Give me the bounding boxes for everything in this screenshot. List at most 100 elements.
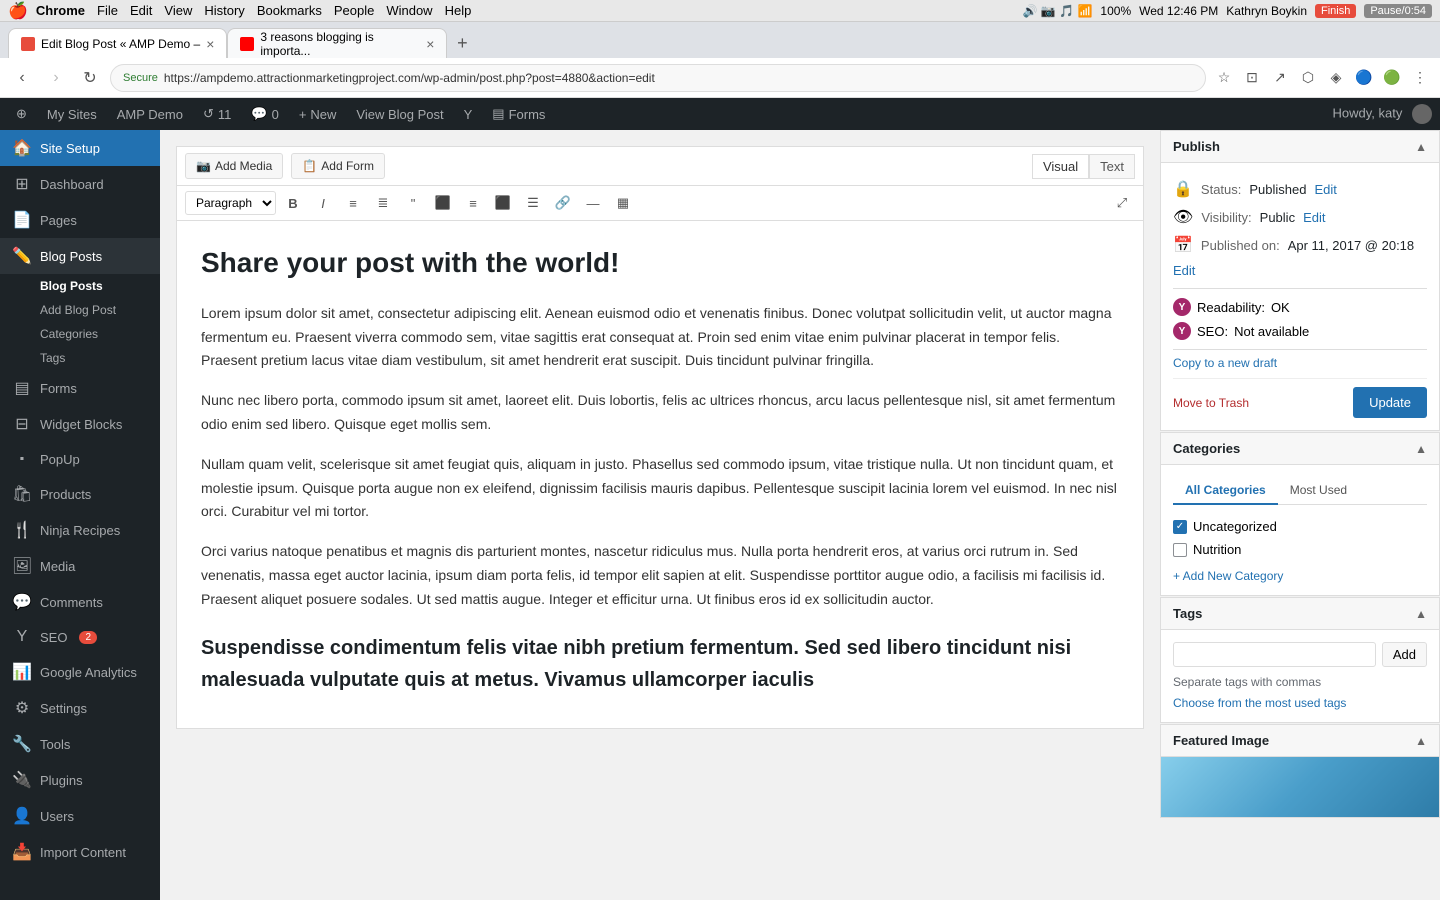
sidebar-item-media[interactable]: 🖼 Media: [0, 548, 160, 584]
comments-button[interactable]: 💬 0: [243, 98, 286, 130]
pause-button[interactable]: Pause/0:54: [1364, 4, 1432, 18]
link-button[interactable]: 🔗: [550, 190, 576, 216]
visual-tab[interactable]: Visual: [1032, 154, 1089, 179]
forms-button[interactable]: ▤ Forms: [484, 98, 553, 130]
sidebar-item-blog-posts[interactable]: ✏️ Blog Posts: [0, 238, 160, 274]
cast-icon[interactable]: ⊡: [1240, 66, 1264, 90]
sidebar-item-dashboard[interactable]: ⊞ Dashboard: [0, 166, 160, 202]
add-form-button[interactable]: 📋 Add Form: [291, 153, 385, 179]
tag-add-button[interactable]: Add: [1382, 642, 1427, 667]
apple-logo[interactable]: 🍎: [8, 1, 28, 21]
align-justify-button[interactable]: ☰: [520, 190, 546, 216]
blockquote-button[interactable]: ": [400, 190, 426, 216]
people-menu[interactable]: People: [334, 3, 374, 18]
sidebar-item-google-analytics[interactable]: 📊 Google Analytics: [0, 654, 160, 690]
format-select[interactable]: Paragraph Heading 1 Heading 2 Heading 3: [185, 191, 276, 215]
amp-demo-button[interactable]: AMP Demo: [109, 98, 191, 130]
sidebar-item-forms[interactable]: ▤ Forms: [0, 370, 160, 406]
tags-box-header[interactable]: Tags ▲: [1161, 598, 1439, 630]
sidebar-item-widget-blocks[interactable]: ⊟ Widget Blocks: [0, 406, 160, 442]
sidebar-item-plugins[interactable]: 🔌 Plugins: [0, 762, 160, 798]
align-right-button[interactable]: ⬛: [490, 190, 516, 216]
help-menu[interactable]: Help: [445, 3, 472, 18]
featured-image-thumbnail[interactable]: [1161, 757, 1439, 817]
bookmarks-menu[interactable]: Bookmarks: [257, 3, 322, 18]
ordered-list-button[interactable]: ≣: [370, 190, 396, 216]
copy-draft-link[interactable]: Copy to a new draft: [1173, 356, 1427, 370]
choose-most-used-tags-link[interactable]: Choose from the most used tags: [1173, 696, 1346, 710]
table-button[interactable]: ▦: [610, 190, 636, 216]
sidebar-item-seo[interactable]: Y SEO 2: [0, 620, 160, 654]
file-menu[interactable]: File: [97, 3, 118, 18]
category-nutrition-checkbox[interactable]: [1173, 543, 1187, 557]
tag-input[interactable]: [1173, 642, 1376, 667]
updates-button[interactable]: ↺ 11: [195, 98, 239, 130]
sidebar-item-popup[interactable]: ⬝ PopUp: [0, 442, 160, 476]
extension-icon-4[interactable]: 🟢: [1380, 66, 1404, 90]
extension-icon-1[interactable]: ⬡: [1296, 66, 1320, 90]
extension-icon-3[interactable]: 🔵: [1352, 66, 1376, 90]
window-menu[interactable]: Window: [386, 3, 432, 18]
finish-button[interactable]: Finish: [1315, 4, 1356, 18]
sidebar-item-import-content[interactable]: 📥 Import Content: [0, 834, 160, 870]
move-to-trash-link[interactable]: Move to Trash: [1173, 396, 1249, 410]
align-left-button[interactable]: ⬛: [430, 190, 456, 216]
align-center-button[interactable]: ≡: [460, 190, 486, 216]
add-media-button[interactable]: 📷 Add Media: [185, 153, 283, 179]
sidebar-subitem-categories[interactable]: Categories: [32, 322, 160, 346]
edit-menu[interactable]: Edit: [130, 3, 152, 18]
tab-blogging[interactable]: 3 reasons blogging is importa... ×: [227, 28, 447, 58]
new-post-button[interactable]: + New: [291, 98, 345, 130]
tab-edit-blog-post[interactable]: Edit Blog Post « AMP Demo – ×: [8, 28, 227, 58]
fullscreen-button[interactable]: ⤢: [1109, 190, 1135, 216]
most-used-tab[interactable]: Most Used: [1278, 477, 1359, 505]
wp-logo-button[interactable]: ⊕: [8, 98, 35, 130]
all-categories-tab[interactable]: All Categories: [1173, 477, 1278, 505]
sidebar-item-pages[interactable]: 📄 Pages: [0, 202, 160, 238]
sidebar-item-comments[interactable]: 💬 Comments: [0, 584, 160, 620]
sidebar-item-site-setup[interactable]: 🏠 Site Setup: [0, 130, 160, 166]
tab-close-1[interactable]: ×: [206, 36, 214, 52]
categories-box-header[interactable]: Categories ▲: [1161, 433, 1439, 465]
category-uncategorized-checkbox[interactable]: ✓: [1173, 520, 1187, 534]
tab-close-2[interactable]: ×: [426, 36, 434, 52]
view-menu[interactable]: View: [164, 3, 192, 18]
category-nutrition[interactable]: Nutrition: [1173, 538, 1427, 561]
more-button[interactable]: —: [580, 190, 606, 216]
update-button[interactable]: Update: [1353, 387, 1427, 418]
sidebar-item-products[interactable]: 🛍 Products: [0, 476, 160, 512]
sidebar-item-users[interactable]: 👤 Users: [0, 798, 160, 834]
text-tab[interactable]: Text: [1089, 154, 1135, 179]
italic-button[interactable]: I: [310, 190, 336, 216]
category-uncategorized[interactable]: ✓ Uncategorized: [1173, 515, 1427, 538]
history-menu[interactable]: History: [204, 3, 244, 18]
view-blog-post-button[interactable]: View Blog Post: [348, 98, 451, 130]
bold-button[interactable]: B: [280, 190, 306, 216]
featured-image-box-header[interactable]: Featured Image ▲: [1161, 725, 1439, 757]
star-icon[interactable]: ☆: [1212, 66, 1236, 90]
sidebar-item-settings[interactable]: ⚙ Settings: [0, 690, 160, 726]
new-tab-button[interactable]: +: [447, 28, 477, 58]
sidebar-item-tools[interactable]: 🔧 Tools: [0, 726, 160, 762]
menu-icon[interactable]: ⋮: [1408, 66, 1432, 90]
chrome-menu[interactable]: Chrome: [36, 3, 85, 18]
my-sites-button[interactable]: My Sites: [39, 98, 105, 130]
published-edit-link[interactable]: Edit: [1173, 263, 1195, 278]
status-edit-link[interactable]: Edit: [1315, 182, 1337, 197]
sidebar-subitem-blog-posts[interactable]: Blog Posts: [32, 274, 160, 298]
visibility-edit-link[interactable]: Edit: [1303, 210, 1325, 225]
extension-icon-2[interactable]: ◈: [1324, 66, 1348, 90]
forward-button[interactable]: ›: [42, 64, 70, 92]
unordered-list-button[interactable]: ≡: [340, 190, 366, 216]
yoast-button[interactable]: Y: [456, 98, 481, 130]
sidebar-subitem-tags[interactable]: Tags: [32, 346, 160, 370]
publish-box-header[interactable]: Publish ▲: [1161, 131, 1439, 163]
share-icon[interactable]: ↗: [1268, 66, 1292, 90]
address-bar[interactable]: Secure https://ampdemo.attractionmarketi…: [110, 64, 1206, 92]
reload-button[interactable]: ↻: [76, 64, 104, 92]
add-new-category-link[interactable]: + Add New Category: [1173, 569, 1427, 583]
sidebar-item-ninja-recipes[interactable]: 🍴 Ninja Recipes: [0, 512, 160, 548]
editor-content[interactable]: Share your post with the world! Lorem ip…: [176, 220, 1144, 729]
sidebar-subitem-add-blog-post[interactable]: Add Blog Post: [32, 298, 160, 322]
back-button[interactable]: ‹: [8, 64, 36, 92]
